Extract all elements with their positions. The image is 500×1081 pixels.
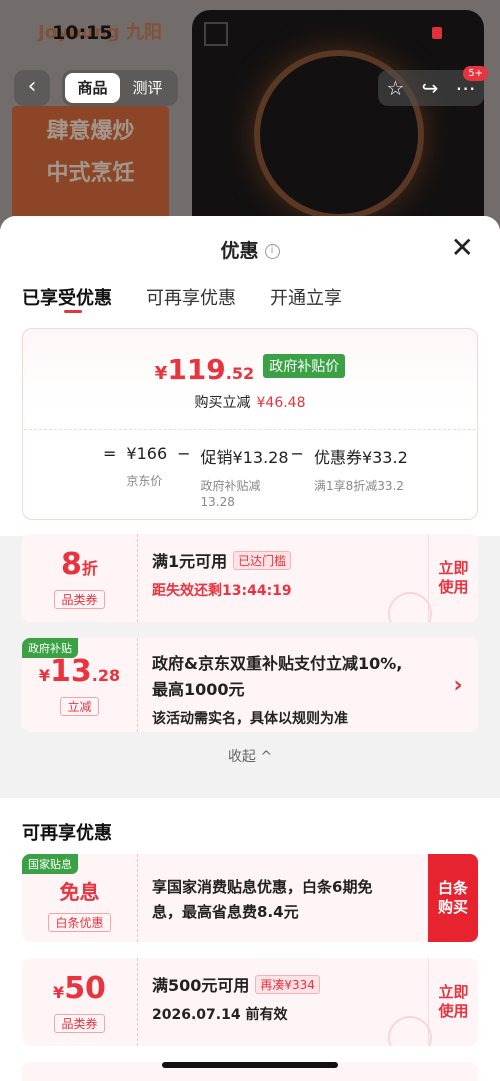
- coupon-type-tag: 品类券: [54, 589, 105, 609]
- subsidy-integer: 13: [50, 653, 92, 689]
- sheet-header: 优惠 i ✕: [0, 216, 500, 282]
- sheet-top-section: 优惠 i ✕ 已享受优惠 可再享优惠 开通立享 ¥119.52 政府补贴价 购买立…: [0, 216, 500, 536]
- status-time: 10:15: [52, 22, 113, 44]
- buy-reduce-value: ¥46.48: [256, 395, 306, 411]
- baitiao-tag: 白条优惠: [48, 912, 111, 932]
- base-price: ¥166: [126, 444, 168, 463]
- coupon50-details: 满500元可用 再凑¥334 2026.07.14 前有效: [138, 958, 428, 1046]
- interest-free-value-area: 国家贴息 免息 白条优惠: [22, 854, 138, 942]
- coupon-value-area: 8折 品类券: [22, 534, 138, 622]
- coupon50-condition-text: 满500元可用: [152, 976, 250, 995]
- coupon-discount-unit: 折: [81, 558, 98, 578]
- promo-label: 政府补贴减13.28: [200, 479, 261, 509]
- minus-sign: −: [177, 444, 191, 463]
- equals-sign: =: [103, 444, 117, 463]
- message-badge: 5+: [463, 66, 488, 81]
- back-button[interactable]: ‹: [14, 70, 50, 106]
- coupon50-type-tag: 品类券: [54, 1013, 105, 1033]
- interest-free-card[interactable]: 国家贴息 免息 白条优惠 享国家消费贴息优惠，白条6期免 息，最高省息费8.4元…: [22, 854, 478, 942]
- status-icons: [382, 27, 442, 39]
- home-indicator[interactable]: [162, 1062, 338, 1068]
- subsidy-desc-line-1: 政府&京东双重补贴支付立减10%,: [152, 654, 403, 673]
- price-currency: ¥: [154, 363, 168, 384]
- tab-enjoyed-discounts[interactable]: 已享受优惠: [22, 282, 112, 326]
- tab-activate-discounts[interactable]: 开通立享: [270, 282, 342, 326]
- minus-sign: −: [290, 444, 304, 463]
- baitiao-buy-button[interactable]: 白条购买: [428, 854, 478, 942]
- calc-base: ¥166 京东价: [126, 444, 167, 489]
- interest-free-details: 享国家消费贴息优惠，白条6期免 息，最高省息费8.4元: [138, 854, 428, 942]
- coupon-value: 优惠券¥33.2: [313, 448, 408, 467]
- category-coupon-50-card[interactable]: ¥50 品类券 满500元可用 再凑¥334 2026.07.14 前有效 立即使…: [22, 958, 478, 1046]
- add-more-tag: 再凑¥334: [255, 975, 320, 994]
- subsidy-currency: ¥: [38, 665, 51, 685]
- coupon50-number: 50: [64, 970, 106, 1006]
- battery-icon: [432, 27, 442, 39]
- price-calculation: = ¥166 京东价 − 促销¥13.28 政府补贴减13.28 − 优惠券¥3…: [23, 430, 477, 510]
- category-coupon-card[interactable]: 8折 品类券 满1元可用 已达门槛 距失效还剩13:44:19 立即使用: [22, 534, 478, 622]
- discount-tabs: 已享受优惠 可再享优惠 开通立享: [0, 282, 500, 326]
- price-decimal: .52: [225, 364, 255, 383]
- product-nav-tabs: 商品 测评: [62, 70, 178, 106]
- sheet-title-text: 优惠: [220, 240, 259, 262]
- buy-reduce-line: 购买立减 ¥46.48: [23, 392, 477, 412]
- base-price-label: 京东价: [126, 474, 163, 488]
- subsidy-amount: ¥13.28: [38, 653, 121, 693]
- coupon50-expiry: 2026.07.14 前有效: [152, 1007, 288, 1023]
- tab-review[interactable]: 测评: [120, 73, 175, 103]
- subsidy-details: 政府&京东双重补贴支付立减10%, 最高1000元 该活动需实名，具体以规则为准: [138, 638, 438, 732]
- collapse-button[interactable]: 收起 ^: [0, 746, 500, 766]
- coupon50-amount: ¥50: [53, 970, 106, 1010]
- coupon50-use-button[interactable]: 立即使用: [428, 958, 478, 1046]
- subsidy-type-tag: 立减: [60, 696, 99, 716]
- use-now-button[interactable]: 立即使用: [428, 534, 478, 622]
- calc-coupon: 优惠券¥33.2 满1享8折减33.2: [314, 444, 408, 494]
- interest-free-desc-2: 息，最高省息费8.4元: [152, 903, 299, 921]
- final-price-card: ¥119.52 政府补贴价 购买立减 ¥46.48 = ¥166 京东价 − 促销…: [22, 328, 478, 520]
- wifi-icon: [408, 27, 424, 39]
- gov-subsidy-price-tag: 政府补贴价: [263, 354, 346, 378]
- share-icon[interactable]: ↪: [422, 76, 439, 100]
- interest-free-desc-1: 享国家消费贴息优惠，白条6期免: [152, 878, 373, 896]
- interest-free-label: 免息: [59, 879, 100, 904]
- subsidy-decimal: .28: [91, 665, 121, 685]
- calc-promo: 促销¥13.28 政府补贴减13.28: [200, 444, 289, 510]
- coupon-discount-number: 8: [61, 546, 82, 582]
- tab-more-discounts[interactable]: 可再享优惠: [146, 282, 236, 326]
- gov-subsidy-corner-tag: 政府补贴: [22, 638, 78, 658]
- more-discounts-title: 可再享优惠: [22, 823, 112, 844]
- chevron-right-icon[interactable]: ›: [438, 638, 478, 732]
- signal-icon: [382, 27, 400, 39]
- coupon-condition-text: 满1元可用: [152, 552, 228, 571]
- subsidy-desc-line-2: 最高1000元: [152, 680, 245, 699]
- subsidy-rule-note: 该活动需实名，具体以规则为准: [152, 711, 348, 727]
- close-button[interactable]: ✕: [451, 234, 474, 262]
- coupon-discount: 8折: [61, 546, 98, 586]
- coupon50-currency: ¥: [53, 982, 65, 1002]
- buy-reduce-label: 购买立减: [194, 395, 251, 411]
- coupon50-condition: 满500元可用 再凑¥334: [152, 972, 428, 996]
- coupon-countdown: 距失效还剩13:44:19: [152, 583, 292, 599]
- coupon-condition: 满1元可用 已达门槛: [152, 548, 428, 572]
- promo-value: 促销¥13.28: [200, 448, 289, 467]
- coupon-label: 满1享8折减33.2: [313, 479, 404, 493]
- discount-sheet: 优惠 i ✕ 已享受优惠 可再享优惠 开通立享 ¥119.52 政府补贴价 购买立…: [0, 216, 500, 1081]
- info-icon[interactable]: i: [264, 244, 280, 259]
- national-subsidy-corner-tag: 国家贴息: [22, 854, 78, 874]
- tab-product[interactable]: 商品: [65, 73, 120, 103]
- subsidy-value-area: 政府补贴 ¥13.28 立减: [22, 638, 138, 732]
- coupon50-value-area: ¥50 品类券: [22, 958, 138, 1046]
- price-integer: 119: [167, 353, 226, 386]
- threshold-reached-tag: 已达门槛: [233, 551, 292, 570]
- favorite-star-icon[interactable]: ☆: [387, 76, 405, 100]
- sheet-title: 优惠 i: [0, 236, 500, 263]
- price-summary: ¥119.52 政府补贴价 购买立减 ¥46.48: [23, 329, 477, 429]
- gov-subsidy-card[interactable]: 政府补贴 ¥13.28 立减 政府&京东双重补贴支付立减10%, 最高1000元…: [22, 638, 478, 732]
- coupon-details: 满1元可用 已达门槛 距失效还剩13:44:19: [138, 534, 428, 622]
